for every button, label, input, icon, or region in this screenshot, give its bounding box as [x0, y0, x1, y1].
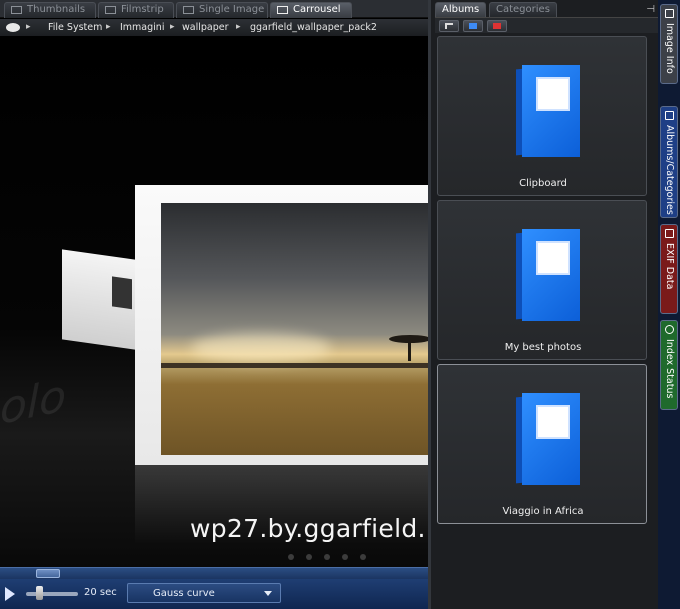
tab-albums[interactable]: Albums [435, 2, 487, 17]
breadcrumb-separator-icon: ▸ [26, 22, 31, 32]
tab-single-image-label: Single Image [199, 4, 265, 15]
delete-album-icon [493, 23, 501, 29]
albums-icon [665, 111, 674, 120]
album-clipboard[interactable]: Clipboard [437, 36, 647, 196]
up-arrow-icon [445, 23, 453, 29]
carrousel-icon [277, 6, 288, 14]
side-panel-tabs: Image Info Albums/Categories EXIF Data I… [658, 0, 680, 609]
interval-slider[interactable] [26, 592, 78, 596]
side-tab-image-info[interactable]: Image Info [660, 4, 678, 84]
carrousel-scrollbar[interactable] [0, 567, 428, 579]
album-book-page [538, 243, 568, 273]
carrousel-viewer[interactable]: olo wp27.by.ggarfield. [0, 37, 428, 567]
side-tab-albums-categories[interactable]: Albums/Categories [660, 106, 678, 218]
sunlight [191, 333, 331, 363]
exif-icon [665, 229, 674, 238]
tab-categories[interactable]: Categories [489, 2, 557, 17]
album-viaggio-in-africa[interactable]: Viaggio in Africa [437, 364, 647, 524]
image-info-icon [665, 9, 674, 18]
reflection-text: olo [0, 369, 67, 436]
side-tab-image-info-label: Image Info [664, 23, 675, 74]
single-image-icon [183, 6, 194, 14]
slideshow-controls: 20 sec Gauss curve [0, 579, 428, 609]
album-book-page [538, 79, 568, 109]
breadcrumb: ▸ File System ▸ Immagini ▸ wallpaper ▸ g… [0, 19, 428, 37]
tab-filmstrip-label: Filmstrip [121, 4, 164, 15]
interval-slider-knob[interactable] [36, 586, 43, 600]
tab-thumbnails[interactable]: Thumbnails [4, 2, 96, 18]
albums-panel-tabs: Albums Categories ⊣ [435, 2, 659, 17]
albums-panel: Albums Categories ⊣ Clipboard My best ph… [428, 0, 659, 609]
side-tab-albums-categories-label: Albums/Categories [664, 125, 675, 215]
scrollbar-thumb[interactable] [36, 569, 60, 578]
refresh-icon [665, 325, 674, 334]
breadcrumb-wallpaper[interactable]: wallpaper [182, 22, 229, 33]
album-label: Viaggio in Africa [502, 506, 584, 517]
side-tab-index-status[interactable]: Index Status [660, 320, 678, 410]
side-tab-index-status-label: Index Status [664, 339, 675, 399]
breadcrumb-separator-icon: ▸ [170, 22, 175, 32]
position-dot[interactable] [288, 554, 294, 560]
new-album-icon [469, 23, 477, 29]
position-dot[interactable] [360, 554, 366, 560]
tab-carrousel-label: Carrousel [293, 4, 341, 15]
breadcrumb-file-system[interactable]: File System [48, 22, 102, 33]
breadcrumb-wallpaper-pack[interactable]: ggarfield_wallpaper_pack2 [250, 22, 377, 33]
tab-albums-label: Albums [442, 4, 480, 15]
up-folder-button[interactable] [439, 20, 459, 32]
carrousel-back-image[interactable] [62, 249, 142, 351]
thumbnails-icon [11, 6, 22, 14]
chevron-down-icon [264, 591, 272, 596]
album-book-cover [522, 229, 580, 321]
delete-album-button[interactable] [487, 20, 507, 32]
transition-effect-select[interactable]: Gauss curve [127, 583, 281, 603]
breadcrumb-separator-icon: ▸ [236, 22, 241, 32]
album-label: My best photos [504, 342, 582, 353]
eye-icon[interactable] [6, 23, 20, 32]
breadcrumb-separator-icon: ▸ [106, 22, 111, 32]
tab-thumbnails-label: Thumbnails [27, 4, 86, 15]
tab-filmstrip[interactable]: Filmstrip [98, 2, 174, 18]
tab-categories-label: Categories [496, 4, 550, 15]
album-book-cover [522, 393, 580, 485]
album-book-icon [516, 393, 580, 485]
carrousel-position-dots [288, 552, 378, 560]
transition-effect-value: Gauss curve [153, 588, 215, 599]
album-book-icon [516, 65, 580, 157]
album-my-best-photos[interactable]: My best photos [437, 200, 647, 360]
filmstrip-icon [105, 6, 116, 14]
album-label: Clipboard [519, 178, 567, 189]
side-tab-exif-data[interactable]: EXIF Data [660, 224, 678, 314]
savanna-photo [161, 203, 428, 455]
interval-value: 20 sec [84, 587, 117, 598]
image-placeholder-icon [112, 276, 132, 310]
viewer-tabbar: Thumbnails Filmstrip Single Image Carrou… [0, 0, 428, 18]
new-album-button[interactable] [463, 20, 483, 32]
breadcrumb-immagini[interactable]: Immagini [120, 22, 164, 33]
carrousel-front-image[interactable] [135, 185, 428, 465]
albums-toolbar [435, 17, 659, 33]
album-book-icon [516, 229, 580, 321]
position-dot[interactable] [324, 554, 330, 560]
album-book-cover [522, 65, 580, 157]
play-icon[interactable] [5, 587, 15, 601]
album-book-page [538, 407, 568, 437]
pin-icon[interactable]: ⊣ [646, 4, 655, 15]
acacia-trunk [408, 341, 411, 361]
tab-single-image[interactable]: Single Image [176, 2, 268, 18]
horizon [161, 363, 428, 368]
side-tab-exif-data-label: EXIF Data [664, 243, 675, 290]
position-dot[interactable] [342, 554, 348, 560]
position-dot[interactable] [306, 554, 312, 560]
image-caption: wp27.by.ggarfield. [190, 514, 426, 543]
tab-carrousel[interactable]: Carrousel [270, 2, 352, 18]
